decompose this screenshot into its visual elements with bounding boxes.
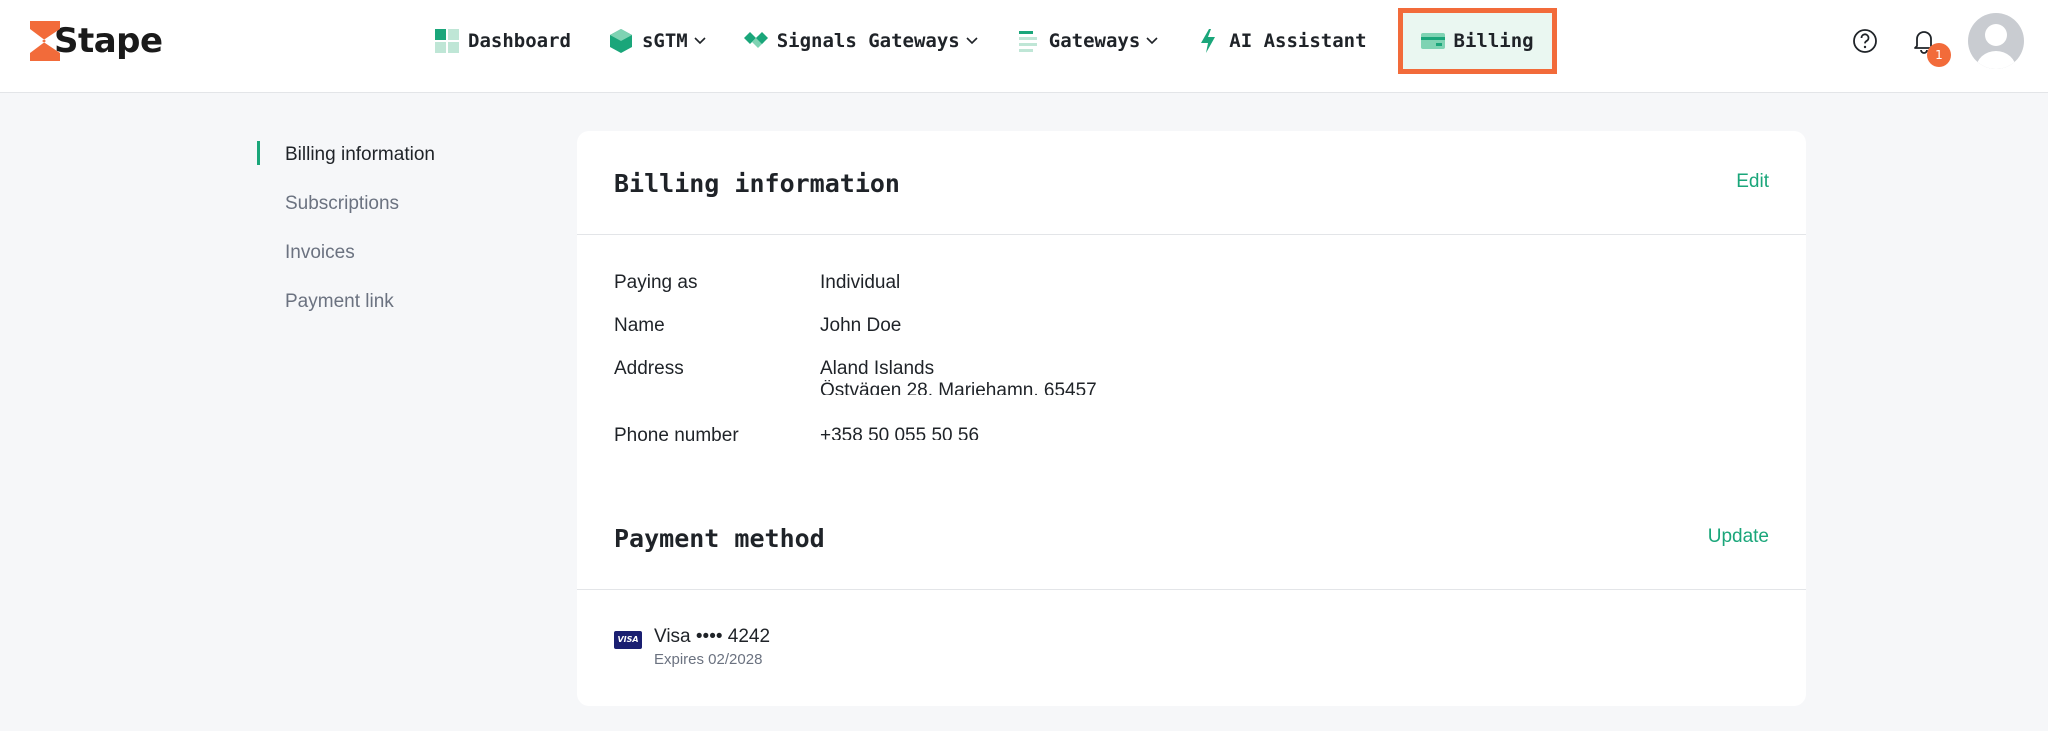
field-value-line2: Östvägen 28, Mariehamn, 65457 bbox=[820, 380, 1097, 395]
billing-card: Billing information Edit Paying as Indiv… bbox=[577, 131, 1806, 706]
sidebar-item-subscriptions[interactable]: Subscriptions bbox=[257, 186, 435, 235]
field-label: Phone number bbox=[614, 425, 739, 446]
nav-billing[interactable]: Billing bbox=[1397, 8, 1557, 74]
edit-link[interactable]: Edit bbox=[1736, 171, 1769, 193]
field-value: +358 50 055 50 56 bbox=[820, 425, 980, 440]
nav-dashboard[interactable]: Dashboard bbox=[424, 8, 581, 74]
billing-information-header: Billing information Edit bbox=[577, 131, 1806, 235]
payment-method-title: Payment method bbox=[614, 524, 825, 553]
field-label: Paying as bbox=[614, 272, 698, 293]
top-header: Stape Dashboard sGTM Signals Gateways Ga… bbox=[0, 0, 2048, 93]
field-label: Address bbox=[614, 358, 684, 379]
field-value: Aland Islands bbox=[820, 358, 935, 379]
nav-signals-gateways-label: Signals Gateways bbox=[776, 30, 960, 52]
stape-logo-mark-icon bbox=[30, 21, 60, 61]
billing-information-title: Billing information bbox=[614, 169, 900, 198]
stape-logo[interactable]: Stape bbox=[30, 20, 163, 62]
payment-method-header: Payment method Update bbox=[577, 486, 1806, 590]
nav-ai-assistant[interactable]: AI Assistant bbox=[1185, 8, 1376, 74]
field-value: John Doe bbox=[820, 315, 902, 336]
avatar[interactable] bbox=[1968, 13, 2024, 69]
chevron-down-icon bbox=[966, 35, 978, 47]
field-label: Name bbox=[614, 315, 665, 336]
cube-icon bbox=[608, 28, 634, 54]
card-number: Visa •••• 4242 bbox=[654, 626, 771, 647]
nav-gateways-label: Gateways bbox=[1048, 30, 1141, 52]
card-expiry: Expires 02/2028 bbox=[654, 651, 763, 668]
sidebar-item-billing-information[interactable]: Billing information bbox=[257, 137, 435, 186]
nav-sgtm-label: sGTM bbox=[641, 30, 688, 52]
sidebar-item-invoices[interactable]: Invoices bbox=[257, 235, 435, 284]
help-icon[interactable] bbox=[1852, 28, 1878, 54]
field-value: Individual bbox=[820, 272, 901, 293]
nav-billing-label: Billing bbox=[1453, 30, 1534, 52]
nav-ai-assistant-label: AI Assistant bbox=[1229, 30, 1367, 52]
notification-badge: 1 bbox=[1927, 43, 1951, 67]
chevron-down-icon bbox=[694, 35, 706, 47]
sidebar-item-payment-link[interactable]: Payment link bbox=[257, 284, 435, 333]
main-nav: Dashboard sGTM Signals Gateways Gateways bbox=[424, 8, 1574, 74]
bolt-icon bbox=[1195, 28, 1221, 54]
nav-dashboard-label: Dashboard bbox=[468, 30, 571, 52]
logo-text: Stape bbox=[54, 21, 163, 61]
user-avatar-icon bbox=[1976, 24, 2016, 69]
update-link[interactable]: Update bbox=[1708, 526, 1769, 548]
nav-gateways[interactable]: Gateways bbox=[1005, 8, 1169, 74]
dashboard-icon bbox=[434, 28, 460, 54]
nav-sgtm[interactable]: sGTM bbox=[598, 8, 716, 74]
visa-card-icon: VISA bbox=[614, 631, 642, 649]
billing-sidebar: Billing information Subscriptions Invoic… bbox=[257, 137, 435, 333]
diamond-icon bbox=[743, 28, 769, 54]
nav-signals-gateways[interactable]: Signals Gateways bbox=[733, 8, 988, 74]
list-icon bbox=[1015, 28, 1041, 54]
chevron-down-icon bbox=[1146, 35, 1158, 47]
credit-card-icon bbox=[1420, 28, 1446, 54]
